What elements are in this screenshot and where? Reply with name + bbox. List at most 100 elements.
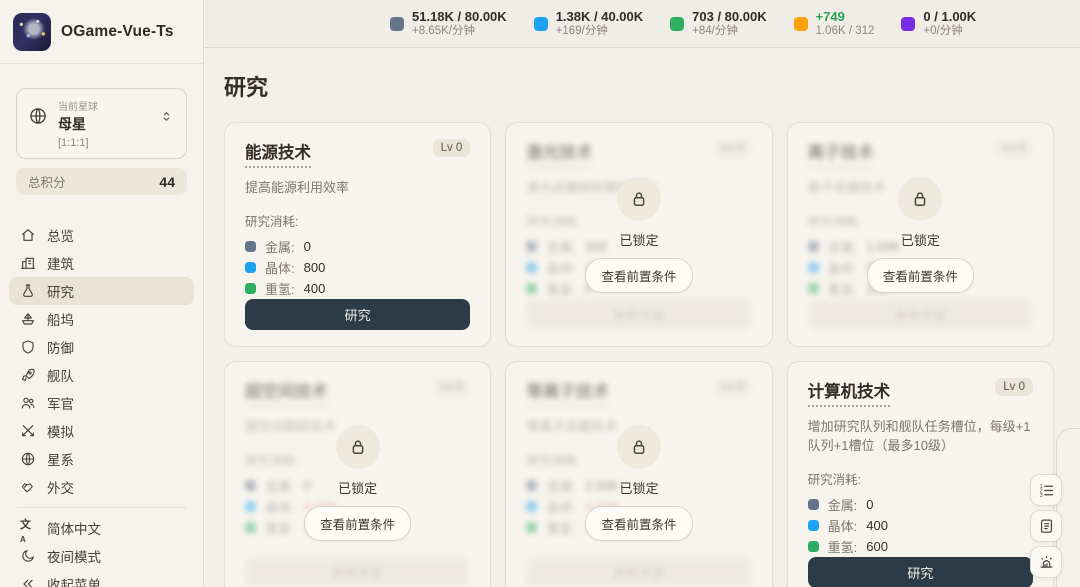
cost-resource-label: 晶体: [265,261,295,276]
research-card: 激光技术Lv 0激光武器和防御的基础研究消耗:金属:200晶体:100重氢:0条… [505,122,773,347]
view-prerequisites-button[interactable]: 查看前置条件 [585,257,693,293]
planet-name: 母星 [58,116,86,132]
lock-icon [629,437,649,457]
sidebar-item-swords[interactable]: 模拟 [9,417,194,445]
lock-icon [348,437,368,457]
lock-circle [898,176,943,221]
resource-rate: +169/分钟 [555,25,608,37]
resource-amount: 0 / 1.00K [923,9,977,24]
sidebar-divider [17,507,186,508]
sidebar-item-label: 军官 [47,397,74,412]
locked-overlay: 已锁定 查看前置条件 [506,123,771,346]
locked-overlay: 已锁定 查看前置条件 [788,123,1053,346]
resource-amount: +749 [815,9,845,24]
total-score: 总积分 44 [16,168,187,195]
crystal-icon [533,16,548,31]
tech-level-badge: Lv 0 [995,378,1033,396]
sidebar-menu: 总览 建筑 研究 船坞 防御 舰队军官模拟 星系 外交文A 简体中文夜间模式收起菜单 [0,221,203,587]
sidebar-item-shield[interactable]: 防御 [9,333,194,361]
queue-button[interactable]: 123 [1030,474,1062,506]
research-card: 能源技术 Lv 0 提高能源利用效率 研究消耗: 金属: 0 晶体: 800 重氢: 400 研究 [224,122,492,347]
research-card: 计算机技术 Lv 0 增加研究队列和舰队任务槽位，每级+1队列+1槽位（最多10级）… [786,361,1054,587]
lock-icon [629,189,649,209]
planet-globe-icon [28,106,48,126]
cost-resource-label: 晶体: [827,519,858,534]
view-prerequisites-button[interactable]: 查看前置条件 [866,257,974,293]
sidebar-item-galaxy[interactable]: 星系 [9,445,194,473]
metal-icon [807,499,819,510]
deuterium-icon [807,541,819,552]
log-button[interactable] [1030,510,1062,542]
lock-circle [616,425,661,469]
dark-matter-icon [901,16,916,31]
resource-deuterium-values: 703 / 80.00K +84/分钟 [692,9,766,38]
sidebar-item-label: 夜间模式 [47,550,101,565]
resource-amount: 1.38K / 40.00K [555,9,644,24]
locked-overlay: 已锁定 查看前置条件 [225,362,490,587]
tech-title: 计算机技术 [807,378,891,407]
cost-label: 研究消耗: [245,215,299,229]
cost-row-metal: 金属: 0 [807,494,1033,515]
research-button[interactable]: 研究 [245,299,471,330]
rocket-icon [20,367,36,383]
galaxy-icon [20,451,36,467]
cost-resource-label: 金属: [827,498,858,513]
sidebar-item-collapse[interactable]: 收起菜单 [9,570,194,587]
svg-text:3: 3 [1039,492,1042,498]
sidebar: OGame-Vue-Ts 当前星球 母星 [1:1:1] 总积分 44 总览 建筑… [0,0,204,587]
translate-icon: 文A [20,519,31,544]
total-score-label: 总积分 [28,176,66,190]
view-prerequisites-button[interactable]: 查看前置条件 [304,506,412,541]
planet-coords: [1:1:1] [58,137,89,149]
home-icon [20,227,36,243]
sidebar-item-home[interactable]: 总览 [9,221,194,249]
energy-icon [793,16,808,31]
sidebar-item-building[interactable]: 建筑 [9,249,194,277]
tech-title: 能源技术 [245,139,311,168]
cost-resource-value: 800 [303,260,326,275]
sidebar-item-officers[interactable]: 军官 [9,389,194,417]
metal-icon [245,241,256,252]
research-button[interactable]: 研究 [807,557,1033,587]
resource-crystal-values: 1.38K / 40.00K +169/分钟 [556,9,643,38]
app-logo [13,12,51,51]
cost-resource-label: 金属: [265,240,295,255]
cost-row-crystal: 晶体: 400 [807,515,1033,536]
deuterium-icon [245,283,256,294]
building-icon [20,255,36,271]
sidebar-item-flask[interactable]: 研究 [9,277,194,305]
tech-level-badge: Lv 0 [432,139,471,157]
sidebar-item-label: 收起菜单 [47,578,101,587]
view-prerequisites-button[interactable]: 查看前置条件 [585,506,693,541]
sidebar-item-moon[interactable]: 夜间模式 [9,542,194,570]
topbar: 51.18K / 80.00K +8.65K/分钟 1.38K / 40.00K +1… [204,0,1080,48]
research-grid: 能源技术 Lv 0 提高能源利用效率 研究消耗: 金属: 0 晶体: 800 重氢: 400 研究 激… [224,122,1054,587]
cost-resource-value: 0 [866,497,874,512]
planet-selector[interactable]: 当前星球 母星 [1:1:1] [16,88,187,159]
resource-energy: +749 1.06K / 312 [793,9,874,38]
locked-label: 已锁定 [619,481,659,496]
resource-dark-matter-values: 0 / 1.00K +0/分钟 [923,9,976,38]
cost-resource-value: 400 [866,518,888,533]
cost-row-deuterium: 重氢: 600 [807,536,1033,557]
chevron-updown-icon [159,109,174,124]
officers-icon [20,395,36,411]
resource-amount: 51.18K / 80.00K [412,9,507,24]
cost-label: 研究消耗: [807,473,862,487]
cost-resource-value: 600 [866,539,888,554]
swords-icon [20,423,36,439]
sidebar-item-diplomacy[interactable]: 外交 [9,473,194,501]
alarm-button[interactable] [1030,546,1062,578]
cost-row-metal: 金属: 0 [245,236,470,257]
resource-crystal: 1.38K / 40.00K +169/分钟 [533,9,643,38]
resource-rate: +0/分钟 [923,25,963,37]
sidebar-item-rocket[interactable]: 舰队 [9,361,194,389]
sidebar-header: OGame-Vue-Ts [0,0,203,64]
scroll-icon [1038,518,1055,535]
sidebar-item-shipyard[interactable]: 船坞 [9,305,194,333]
metal-icon [390,16,404,31]
crystal-icon [245,262,256,273]
sidebar-item-translate[interactable]: 文A 简体中文 [9,514,194,544]
crystal-icon [807,520,819,531]
siren-icon [1038,554,1055,571]
